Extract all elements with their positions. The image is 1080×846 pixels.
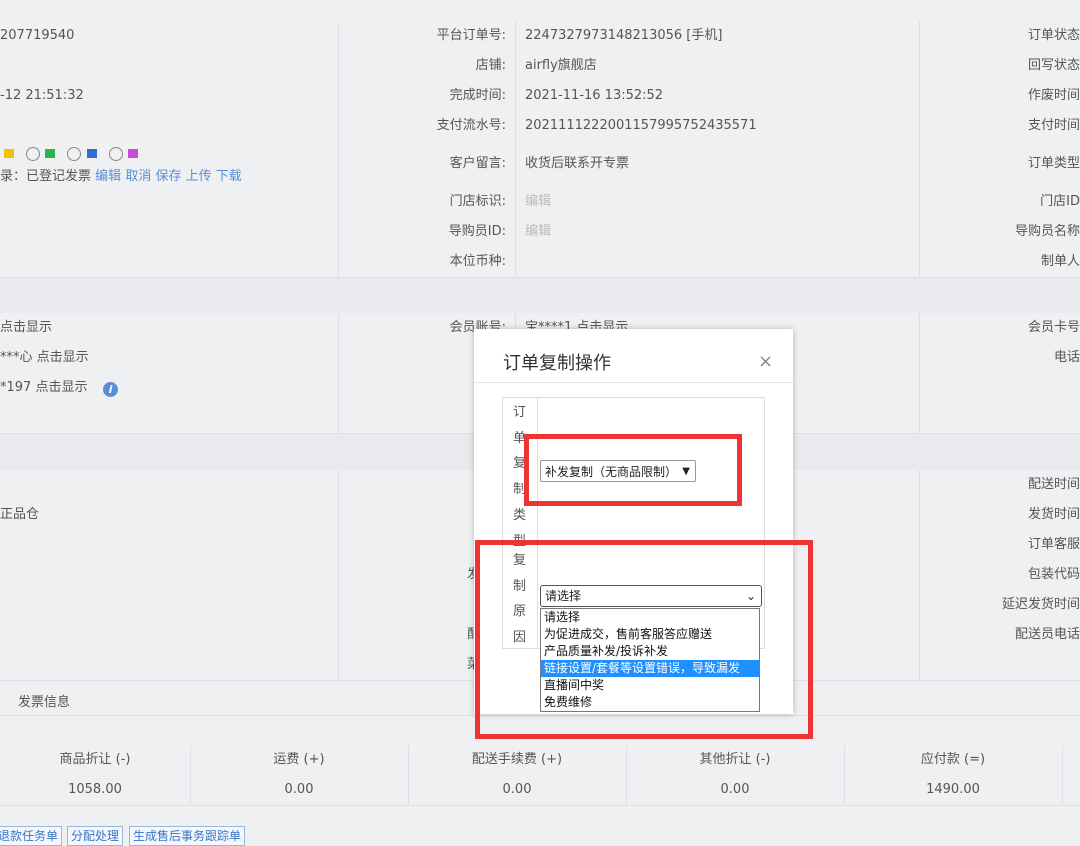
- member-info-0-right-label: 会员卡号: [1027, 320, 1080, 335]
- amount-value-cell: 0.00: [502, 782, 532, 797]
- order-info-5-mid-value[interactable]: 编辑: [525, 187, 551, 217]
- member-info-0-left-value: 点击显示: [0, 320, 53, 335]
- order-info-6-mid-value[interactable]: 编辑: [525, 217, 551, 247]
- delivery-info-3-right-label: 包装代码: [1027, 567, 1080, 582]
- order-info-0-row: 207719540 平台订单号: 2247327973148213056 [手机] 订…: [0, 21, 1080, 52]
- order-info-0-mid-value: 2247327973148213056 [手机]: [525, 28, 723, 43]
- info-icon[interactable]: i: [103, 382, 118, 397]
- order-info-4-right-label: 订单类型: [1027, 156, 1080, 171]
- column-divider: [190, 745, 191, 805]
- column-divider: [515, 21, 516, 278]
- order-info-0-right-label: 订单状态: [1027, 28, 1080, 43]
- order-info-5-row: 门店标识: 编辑 门店ID: [0, 187, 1080, 218]
- amount-value-cell: 0.00: [284, 782, 314, 797]
- delivery-info-2-right-label: 订单客服: [1027, 537, 1080, 552]
- delivery-info-0-right-label: 配送时间: [1027, 477, 1080, 492]
- radio-circle-icon[interactable]: [108, 146, 123, 161]
- order-info-4-mid-value: 收货后联系开专票: [525, 156, 630, 171]
- column-divider: [338, 21, 339, 278]
- delivery-info-5-right-label: 配送员电话: [1014, 627, 1080, 642]
- column-divider: [626, 745, 627, 805]
- modal-divider: [474, 382, 793, 383]
- invoice-save-link[interactable]: 保存: [155, 169, 181, 184]
- column-divider: [1062, 745, 1063, 805]
- order-info-5-mid-label: 门店标识:: [449, 194, 506, 209]
- amount-value-cell: 1058.00: [68, 782, 122, 797]
- invoice-download-link[interactable]: 下载: [216, 169, 242, 184]
- radio-circle-icon[interactable]: [67, 146, 82, 161]
- amount-header-cell: 运费 (+): [273, 752, 325, 767]
- invoice-upload-link[interactable]: 上传: [186, 169, 212, 184]
- blue-flag-icon[interactable]: [86, 149, 97, 158]
- amount-table-row: 1058.00 0.00 0.00 0.00 1490.00: [0, 775, 1080, 806]
- green-flag-icon[interactable]: [45, 149, 56, 158]
- column-divider: [919, 470, 920, 680]
- member-info-2-left-value: *197 点击显示: [0, 380, 88, 395]
- flag-row: [0, 146, 146, 162]
- modal-title: 订单复制操作: [503, 353, 611, 374]
- order-info-5-right-label: 门店ID: [1040, 194, 1080, 209]
- close-icon[interactable]: ×: [758, 351, 773, 372]
- order-info-2-mid-value: 2021-11-16 13:52:52: [525, 88, 664, 103]
- member-info-1-left-value: ***心 点击显示: [0, 350, 89, 365]
- amount-table-row: 商品折让 (-) 运费 (+) 配送手续费 (+) 其他折让 (-) 应付款 (=): [0, 745, 1080, 776]
- order-info-4-mid-label: 客户留言:: [449, 156, 506, 171]
- order-info-7-row: 本位币种: 制单人: [0, 247, 1080, 278]
- order-info-1-mid-value: airfly旗舰店: [525, 58, 597, 73]
- order-info-2-row: -12 21:51:32 完成时间: 2021-11-16 13:52:52 作废时间: [0, 81, 1080, 112]
- radio-circle-icon[interactable]: [26, 146, 41, 161]
- order-info-7-right-label: 制单人: [1040, 254, 1080, 269]
- order-info-6-right-label: 导购员名称: [1014, 224, 1080, 239]
- yellow-flag-icon[interactable]: [4, 149, 14, 158]
- section-spacer: [0, 278, 1080, 313]
- amount-header-cell: 商品折让 (-): [59, 752, 131, 767]
- order-info-3-mid-label: 支付流水号:: [436, 118, 506, 133]
- amount-value-cell: 1490.00: [926, 782, 980, 797]
- assign-button[interactable]: 分配处理: [67, 826, 124, 846]
- invoice-cancel-link[interactable]: 取消: [125, 169, 151, 184]
- order-info-6-row: 导购员ID: 编辑 导购员名称: [0, 217, 1080, 248]
- invoice-edit-link[interactable]: 编辑: [95, 169, 121, 184]
- order-info-3-right-label: 支付时间: [1027, 118, 1080, 133]
- column-divider: [338, 470, 339, 680]
- label-char: 订: [513, 405, 527, 420]
- order-info-3-row: 支付流水号: 20211112220011579957524355​71 支付时间: [0, 111, 1080, 142]
- order-info-0-left-value: 207719540: [0, 28, 75, 43]
- order-info-1-right-label: 回写状态: [1027, 58, 1080, 73]
- highlight-box-copy-reason: [475, 540, 813, 739]
- purple-flag-icon[interactable]: [127, 149, 138, 158]
- order-info-1-row: 店铺: airfly旗舰店 回写状态: [0, 51, 1080, 82]
- delivery-info-1-left-value: 正品仓: [0, 507, 40, 522]
- order-info-1-mid-label: 店铺:: [475, 58, 506, 73]
- invoice-record: 录：已登记发票 编辑 取消 保存 上传 下载: [0, 168, 242, 186]
- amount-value-cell: 0.00: [720, 782, 750, 797]
- highlight-box-copy-type: [524, 434, 742, 506]
- column-divider: [408, 745, 409, 805]
- column-divider: [338, 313, 339, 434]
- invoice-status-text: 录：已登记发票: [0, 169, 92, 184]
- order-info-7-mid-label: 本位币种:: [449, 254, 506, 269]
- refund-task-button[interactable]: 退款任务单: [0, 826, 63, 846]
- amount-header-cell: 其他折让 (-): [699, 752, 771, 767]
- order-info-0-mid-label: 平台订单号:: [436, 28, 506, 43]
- column-divider: [919, 313, 920, 434]
- member-info-1-right-label: 电话: [1053, 350, 1080, 365]
- order-info-2-left-value: -12 21:51:32: [0, 88, 84, 103]
- delivery-info-1-right-label: 发货时间: [1027, 507, 1080, 522]
- label-char: 类: [513, 507, 527, 523]
- column-divider: [919, 21, 920, 278]
- order-info-6-mid-label: 导购员ID:: [448, 224, 506, 239]
- order-info-2-mid-label: 完成时间:: [449, 88, 506, 103]
- invoice-tab[interactable]: 发票信息: [18, 691, 70, 710]
- amount-header-cell: 应付款 (=): [920, 752, 986, 767]
- delivery-info-4-right-label: 延迟发货时间: [1001, 597, 1080, 612]
- amount-header-cell: 配送手续费 (+): [471, 752, 563, 767]
- create-aftersale-button[interactable]: 生成售后事务跟踪单: [129, 826, 246, 846]
- column-divider: [844, 745, 845, 805]
- order-info-3-mid-value: 20211112220011579957524355​71: [525, 118, 757, 133]
- order-info-2-right-label: 作废时间: [1027, 88, 1080, 103]
